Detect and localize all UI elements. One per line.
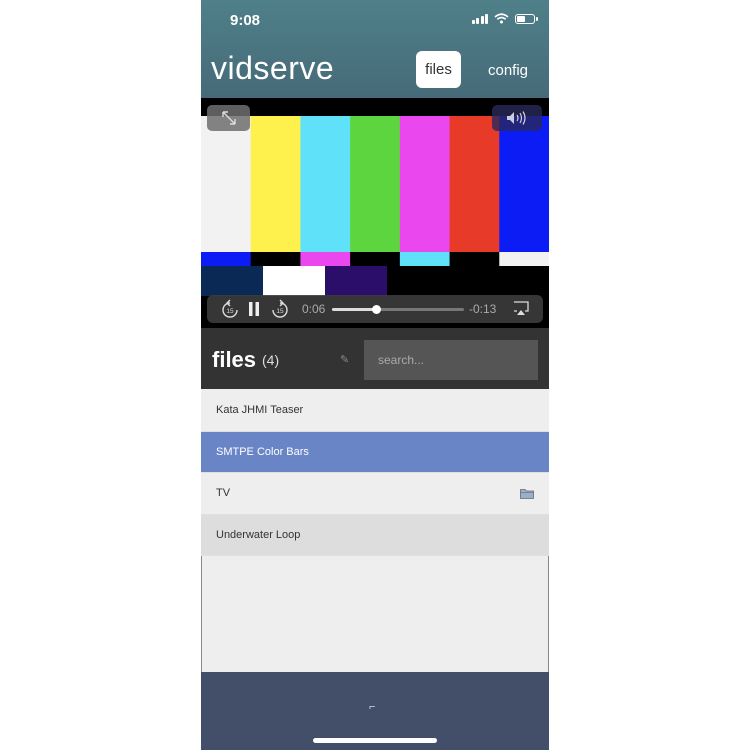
file-name: SMTPE Color Bars: [216, 445, 309, 458]
color-bar: [350, 252, 401, 266]
files-toolbar: files (4) ✎: [201, 328, 549, 389]
battery-level: [517, 15, 526, 22]
signal-icon: [471, 13, 488, 24]
color-bar: [250, 116, 301, 252]
color-bar: [387, 266, 469, 296]
status-time: 9:08: [230, 12, 261, 29]
fullscreen-button[interactable]: [207, 105, 250, 131]
search-input[interactable]: [364, 340, 538, 380]
svg-text:15: 15: [226, 308, 234, 315]
app-header: 9:08 vidserve files config: [201, 0, 549, 98]
color-bar: [468, 266, 549, 296]
file-row-kata-jhmi-teaser[interactable]: Kata JHMI Teaser: [201, 390, 549, 432]
app-footer: ⌐: [201, 672, 549, 750]
progress-scrubber[interactable]: [332, 305, 464, 314]
files-count: (4): [262, 352, 280, 368]
file-list-empty-area: [201, 556, 549, 673]
file-name: Underwater Loop: [216, 528, 301, 541]
app-screen: 9:08 vidserve files config 15 15 0:06 -0…: [201, 0, 549, 750]
rewind-15-icon[interactable]: 15: [221, 299, 239, 319]
svg-text:15: 15: [276, 308, 284, 315]
color-bar: [263, 266, 326, 296]
speaker-icon: [507, 111, 526, 125]
file-row-smtpe-color-bars[interactable]: SMTPE Color Bars: [201, 431, 549, 473]
color-bar: [499, 252, 549, 266]
battery-icon: [515, 13, 538, 24]
color-bar: [449, 252, 500, 266]
folder-icon: [520, 488, 534, 499]
app-title: vidserve: [211, 50, 335, 86]
pencil-icon[interactable]: ✎: [340, 353, 349, 366]
color-bar: [325, 266, 388, 296]
progress-thumb[interactable]: [371, 305, 381, 314]
status-icons: [471, 13, 538, 24]
color-bars-low: [201, 266, 549, 296]
color-bar: [300, 116, 351, 252]
forward-15-icon[interactable]: 15: [271, 299, 289, 319]
wifi-icon: [494, 13, 509, 24]
nav-files-button[interactable]: files: [416, 51, 461, 88]
pause-icon[interactable]: [247, 301, 261, 317]
color-bar: [399, 252, 451, 266]
elapsed-time: 0:06: [302, 302, 326, 316]
color-bars-mid: [201, 252, 549, 266]
file-name: Kata JHMI Teaser: [216, 404, 304, 417]
color-bar: [250, 252, 301, 266]
volume-button[interactable]: [492, 105, 542, 131]
file-name: TV: [216, 487, 231, 500]
color-bars-main: [201, 116, 549, 252]
folder-row-tv[interactable]: TV: [201, 473, 549, 515]
color-bar: [350, 116, 401, 252]
color-bar: [300, 252, 351, 266]
airplay-icon[interactable]: [513, 301, 529, 316]
color-bar: [201, 266, 264, 296]
nav-config-button[interactable]: config: [488, 62, 528, 79]
home-indicator[interactable]: [313, 738, 437, 743]
file-list: Kata JHMI Teaser SMTPE Color Bars TV Und…: [201, 390, 549, 556]
expand-icon: [221, 111, 236, 125]
files-heading: files: [212, 347, 257, 372]
corner-bracket-icon[interactable]: ⌐: [369, 701, 375, 713]
video-player[interactable]: 15 15 0:06 -0:13: [201, 98, 549, 328]
file-row-underwater-loop[interactable]: Underwater Loop: [201, 514, 549, 556]
progress-fill: [332, 308, 376, 311]
color-bar: [499, 116, 549, 252]
color-bar: [449, 116, 500, 252]
color-bar: [201, 252, 252, 266]
remaining-time: -0:13: [469, 302, 497, 316]
playback-controls: 15 15 0:06 -0:13: [207, 295, 543, 323]
color-bar: [201, 116, 252, 252]
color-bar: [399, 116, 451, 252]
